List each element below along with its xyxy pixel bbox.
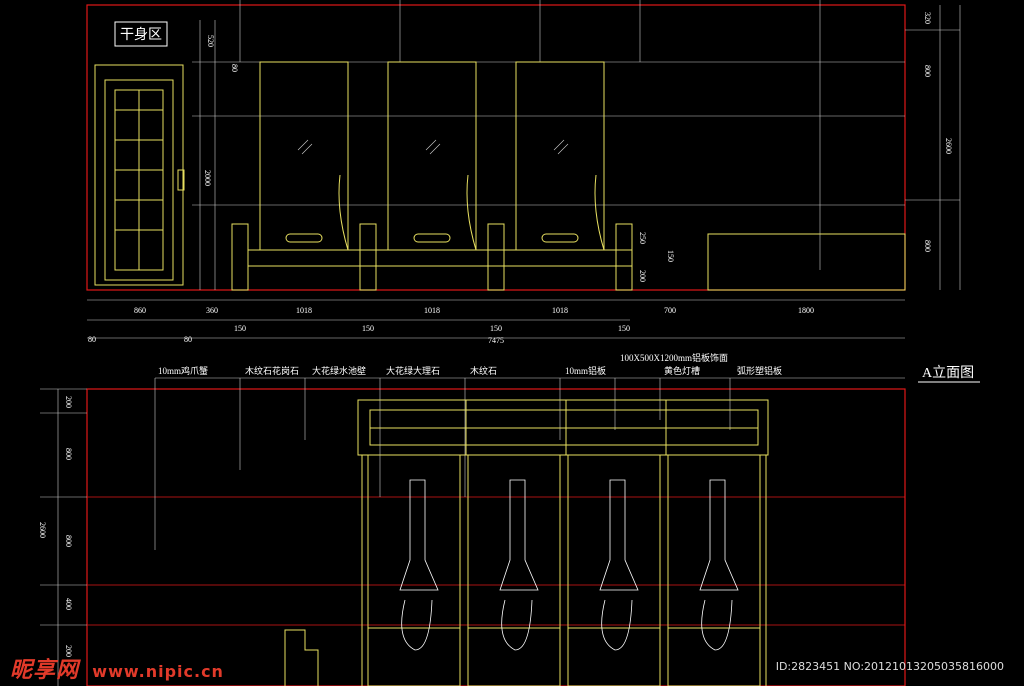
dim-bottom-6: 1800 — [798, 306, 814, 315]
dim-right-0: 320 — [923, 12, 932, 24]
callout-0: 10mm鸡爪蟹 — [158, 365, 208, 376]
dim-bottom-3: 1018 — [424, 306, 440, 315]
dim-inner-0: 250 — [638, 232, 647, 244]
callout-7: 弧形塑铝板 — [737, 365, 782, 376]
callout-6: 黄色灯槽 — [664, 365, 700, 376]
dim-gap-3: 150 — [618, 324, 630, 333]
dim-edge-0: 80 — [88, 335, 96, 344]
dim-right-1: 800 — [923, 65, 932, 77]
dim-gap-0: 150 — [234, 324, 246, 333]
image-id: ID:2823451 NO:20121013205035816000 — [775, 660, 1004, 673]
dim-bottom-5: 700 — [664, 306, 676, 315]
dim-top-left-2: 2000 — [203, 170, 212, 186]
watermark-url[interactable]: www.nipic.cn — [92, 662, 224, 681]
dim-gap-2: 150 — [490, 324, 502, 333]
dim-bottom-2: 1018 — [296, 306, 312, 315]
callout-1: 木纹石花岗石 — [245, 365, 299, 376]
dim-bottom-4: 1018 — [552, 306, 568, 315]
callout-5: 10mm铝板 — [565, 365, 606, 376]
elevation-a: 干身区 860 360 1018 1018 1018 700 1800 150 … — [86, 0, 980, 383]
callout-2: 大花绿水池壁 — [312, 365, 366, 376]
elevation-b: 10mm鸡爪蟹 木纹石花岗石 大花绿水池壁 大花绿大理石 木纹石 10mm铝板 … — [38, 352, 906, 686]
dim-left-2: 2600 — [38, 522, 47, 538]
dim-top-left-0: 520 — [206, 35, 215, 47]
dim-left-0: 200 — [64, 396, 73, 408]
callout-3: 大花绿大理石 — [386, 365, 440, 376]
dim-left-4: 400 — [64, 598, 73, 610]
elevation-title: A立面图 — [922, 365, 974, 381]
dim-left-3: 800 — [64, 535, 73, 547]
dim-right-3: 800 — [923, 240, 932, 252]
dim-inner-2: 200 — [638, 270, 647, 282]
dim-left-1: 800 — [64, 448, 73, 460]
cad-drawing: 干身区 860 360 1018 1018 1018 700 1800 150 … — [38, 0, 980, 686]
dim-right-2: 2600 — [944, 138, 953, 154]
dim-inner-1: 150 — [666, 250, 675, 262]
dim-gap-1: 150 — [362, 324, 374, 333]
zone-label: 干身区 — [120, 27, 162, 43]
dim-edge-1: 80 — [184, 335, 192, 344]
callout-4: 木纹石 — [470, 365, 497, 376]
watermark-logo: 昵享网 — [10, 658, 80, 683]
watermark: 昵享网 www.nipic.cn — [10, 652, 224, 684]
dim-top-left-1: 80 — [230, 64, 239, 72]
dim-bottom-1: 360 — [206, 306, 218, 315]
dim-bottom-0: 860 — [134, 306, 146, 315]
spec-label: 100X500X1200mm铝板饰面 — [620, 352, 728, 363]
dim-total: 7475 — [488, 336, 504, 345]
